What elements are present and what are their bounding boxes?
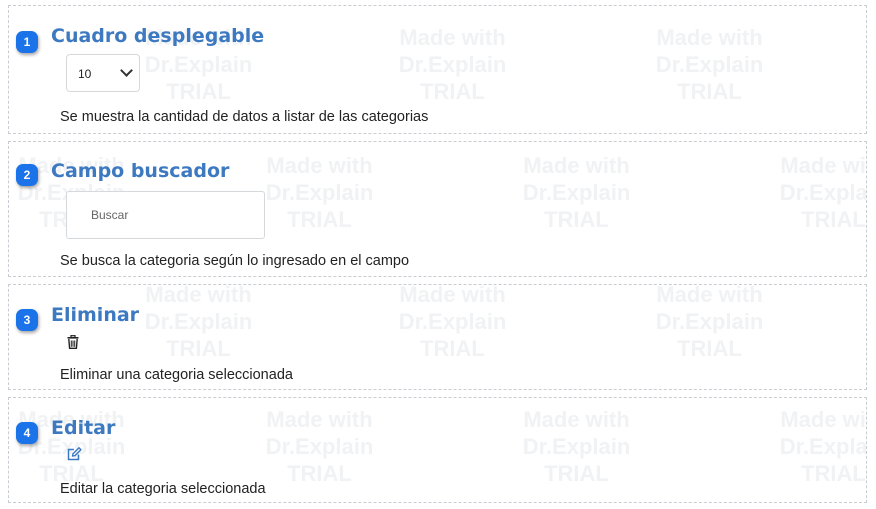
watermark: Made withDr.ExplainTRIAL xyxy=(779,153,867,232)
section-title: Eliminar xyxy=(51,304,140,326)
step-badge: 3 xyxy=(16,309,38,331)
watermark: Made withDr.ExplainTRIAL xyxy=(522,153,631,232)
section-description: Eliminar una categoria seleccionada xyxy=(60,367,293,383)
section-description: Editar la categoria seleccionada xyxy=(60,481,266,497)
select-value: 10 xyxy=(78,67,92,81)
page-size-select[interactable]: 10 xyxy=(66,54,140,92)
watermark: Made withDr.ExplainTRIAL xyxy=(655,25,764,104)
search-input[interactable]: Buscar xyxy=(66,191,265,239)
watermark: Made withDr.ExplainTRIAL xyxy=(144,284,253,361)
step-badge: 1 xyxy=(16,31,38,53)
section-description: Se busca la categoria según lo ingresado… xyxy=(60,253,410,269)
section-editar: Made with Dr.Explain TRIAL Made with Dr.Exp… xyxy=(8,397,867,503)
watermark: Made withDr.ExplainTRIAL xyxy=(655,284,764,361)
section-description: Se muestra la cantidad de datos a listar… xyxy=(60,109,429,125)
chevron-down-icon xyxy=(120,64,133,77)
section-cuadro-desplegable: Made with Dr.Explain TRIAL Made with Dr.Exp… xyxy=(8,5,867,134)
watermark: Made withDr.ExplainTRIAL xyxy=(265,153,374,232)
section-title: Campo buscador xyxy=(51,160,230,182)
watermark: Made withDr.ExplainTRIAL xyxy=(522,407,631,486)
watermark: Made withDr.ExplainTRIAL xyxy=(779,407,867,486)
step-badge: 4 xyxy=(16,422,38,444)
watermark: Made withDr.ExplainTRIAL xyxy=(398,25,507,104)
step-badge: 2 xyxy=(16,164,38,186)
trash-icon[interactable] xyxy=(67,334,79,354)
section-campo-buscador: Made withDr.ExplainTRIAL Made withDr.Exp… xyxy=(8,141,867,277)
watermark: Made withDr.ExplainTRIAL xyxy=(398,284,507,361)
section-eliminar: Made with Dr.Explain TRIAL Made with Dr.Exp… xyxy=(8,284,867,390)
section-title: Editar xyxy=(51,417,116,439)
edit-icon[interactable] xyxy=(67,447,82,466)
section-title: Cuadro desplegable xyxy=(51,25,265,47)
watermark: Made withDr.ExplainTRIAL xyxy=(265,407,374,486)
